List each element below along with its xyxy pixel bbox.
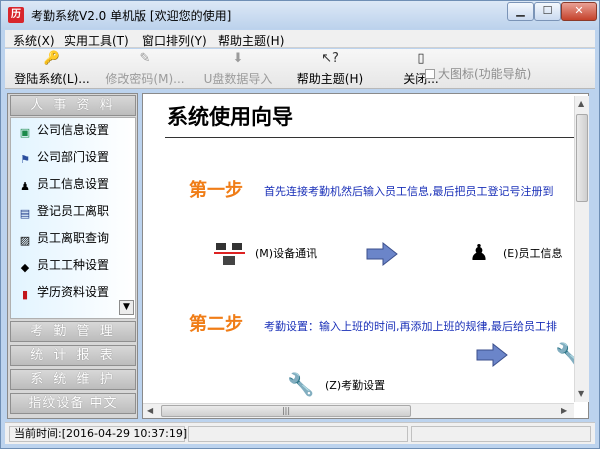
usb-import-label: U盘数据导入 <box>203 72 273 86</box>
help-topics-button[interactable]: ↖? 帮助主题(H) <box>295 51 365 87</box>
sidebar-item-employee[interactable]: ♟ 员工信息设置 <box>17 174 109 194</box>
menu-help[interactable]: 帮助主题(H) <box>218 32 284 49</box>
menu-bar: 系统(X) 实用工具(T) 窗口排列(Y) 帮助主题(H) <box>5 30 595 48</box>
large-icon-label: 大图标(功能导航) <box>438 67 532 81</box>
sidebar-item-job-type[interactable]: ◆ 员工工种设置 <box>17 255 109 275</box>
scroll-left-icon[interactable]: ◀ <box>147 406 153 415</box>
edit-password-icon: ✎ <box>139 51 151 66</box>
toolbar: 🔑 登陆系统(L)... ✎ 修改密码(M)... ⬇ U盘数据导入 ↖? 帮助… <box>5 49 595 89</box>
vertical-scroll-thumb[interactable] <box>576 114 588 202</box>
section-maintenance[interactable]: 系 统 维 护 <box>10 369 136 390</box>
sidebar: 人 事 资 料 ▣ 公司信息设置 ⚑ 公司部门设置 ♟ 员工信息设置 ▤ 登记员工离职 … <box>7 93 138 419</box>
sidebar-item-label: 员工工种设置 <box>37 258 110 272</box>
scroll-right-icon[interactable]: ▶ <box>561 406 567 415</box>
step-two-text: 考勤设置：输入上班的时间,再添加上班的规律,最后给员工排 <box>264 320 557 333</box>
change-password-button[interactable]: ✎ 修改密码(M)... <box>105 51 185 87</box>
sidebar-scroll-down[interactable]: ▼ <box>119 300 134 315</box>
menu-system[interactable]: 系统(X) <box>13 32 55 49</box>
sidebar-item-resign[interactable]: ▤ 登记员工离职 <box>17 201 109 221</box>
page-title: 系统使用向导 <box>167 104 293 129</box>
sidebar-item-department[interactable]: ⚑ 公司部门设置 <box>17 147 109 167</box>
sidebar-item-label: 学历资料设置 <box>37 285 110 299</box>
book-icon: ▮ <box>21 288 29 301</box>
sidebar-item-label: 公司信息设置 <box>37 123 110 137</box>
sidebar-item-label: 登记员工离职 <box>37 204 110 218</box>
maximize-button[interactable]: ☐ <box>534 2 561 21</box>
department-icon: ⚑ <box>20 153 30 166</box>
usb-import-button[interactable]: ⬇ U盘数据导入 <box>201 51 275 87</box>
help-topics-label: 帮助主题(H) <box>296 72 364 86</box>
guide-panel: 系统使用向导 第一步 首先连接考勤机然后输入员工信息,最后把员工登记号注册到 (… <box>142 93 589 419</box>
status-time-label: 当前时间: <box>14 427 62 440</box>
step-one-text: 首先连接考勤机然后输入员工信息,最后把员工登记号注册到 <box>264 185 554 198</box>
person-icon: ♟ <box>20 180 30 193</box>
status-time-value: [2016-04-29 10:37:19] <box>61 427 188 440</box>
sidebar-item-resign-query[interactable]: ▨ 员工离职查询 <box>17 228 109 248</box>
minimize-button[interactable]: ▁ <box>507 2 534 21</box>
sidebar-item-label: 员工信息设置 <box>37 177 110 191</box>
scroll-down-icon[interactable]: ▼ <box>578 389 584 398</box>
login-icon: 🔑 <box>43 51 61 66</box>
section-fingerprint[interactable]: 指纹设备 中文 <box>10 393 136 414</box>
sidebar-panel: ▣ 公司信息设置 ⚑ 公司部门设置 ♟ 员工信息设置 ▤ 登记员工离职 ▨ 员工离职查询 … <box>10 117 136 319</box>
device-comm-action[interactable]: (M)设备通讯 <box>213 240 317 268</box>
car-icon: ◆ <box>20 261 30 274</box>
image-query-icon: ▨ <box>19 234 31 247</box>
device-comm-label: (M)设备通讯 <box>255 247 318 260</box>
menu-window[interactable]: 窗口排列(Y) <box>142 32 207 49</box>
sidebar-item-education[interactable]: ▮ 学历资料设置 <box>17 282 109 302</box>
next-arrow-icon <box>476 342 508 368</box>
help-cursor-icon: ↖? <box>321 51 339 66</box>
app-window: 历 考勤系统V2.0 单机版 [欢迎您的使用] ▁ ☐ ✕ 系统(X) 实用工具… <box>0 0 600 449</box>
large-icon-toggle[interactable]: 大图标(功能导航) <box>425 65 531 82</box>
section-attendance[interactable]: 考 勤 管 理 <box>10 321 136 342</box>
sidebar-item-label: 公司部门设置 <box>37 150 110 164</box>
step-one-heading: 第一步 <box>189 180 243 201</box>
checkbox-icon[interactable] <box>425 69 435 79</box>
section-personnel[interactable]: 人 事 资 料 <box>10 95 136 116</box>
title-bar[interactable]: 历 考勤系统V2.0 单机版 [欢迎您的使用] ▁ ☐ ✕ <box>1 1 599 29</box>
close-button[interactable]: ✕ <box>561 2 597 21</box>
title-divider <box>165 137 575 138</box>
device-comm-icon <box>213 240 249 268</box>
resign-doc-icon: ▤ <box>19 207 31 220</box>
employee-info-action[interactable]: ♟ (E)员工信息 <box>461 240 563 268</box>
scroll-up-icon[interactable]: ▲ <box>578 99 584 108</box>
import-arrow-icon: ⬇ <box>232 51 244 66</box>
sidebar-item-company-info[interactable]: ▣ 公司信息设置 <box>17 120 109 140</box>
section-reports[interactable]: 统 计 报 表 <box>10 345 136 366</box>
step-two-heading: 第二步 <box>189 314 243 335</box>
sidebar-item-label: 员工离职查询 <box>37 231 110 245</box>
vertical-scrollbar[interactable]: ▲ ▼ <box>574 96 589 402</box>
status-time: 当前时间:[2016-04-29 10:37:19] <box>9 426 188 442</box>
status-cell-empty <box>411 426 591 442</box>
employee-info-label: (E)员工信息 <box>503 247 563 260</box>
next-arrow-icon <box>366 241 398 267</box>
employee-icon: ♟ <box>469 241 489 266</box>
building-icon: ▣ <box>19 126 31 139</box>
attendance-settings-action[interactable]: 🔧 (Z)考勤设置 <box>283 372 385 400</box>
horizontal-scrollbar[interactable]: ◀ ||| ▶ <box>143 403 574 418</box>
wrench-icon: 🔧 <box>287 373 315 398</box>
cal-icon: 历 <box>8 7 24 23</box>
menu-tools[interactable]: 实用工具(T) <box>64 32 129 49</box>
login-button[interactable]: 🔑 登陆系统(L)... <box>13 51 91 87</box>
window-title: 考勤系统V2.0 单机版 [欢迎您的使用] <box>31 9 232 23</box>
login-label: 登陆系统(L)... <box>14 72 90 86</box>
change-password-label: 修改密码(M)... <box>105 72 185 86</box>
horizontal-scroll-thumb[interactable]: ||| <box>161 405 411 417</box>
attendance-settings-label: (Z)考勤设置 <box>325 379 386 392</box>
status-cell-empty <box>188 426 408 442</box>
status-bar: 当前时间:[2016-04-29 10:37:19] <box>5 422 595 444</box>
